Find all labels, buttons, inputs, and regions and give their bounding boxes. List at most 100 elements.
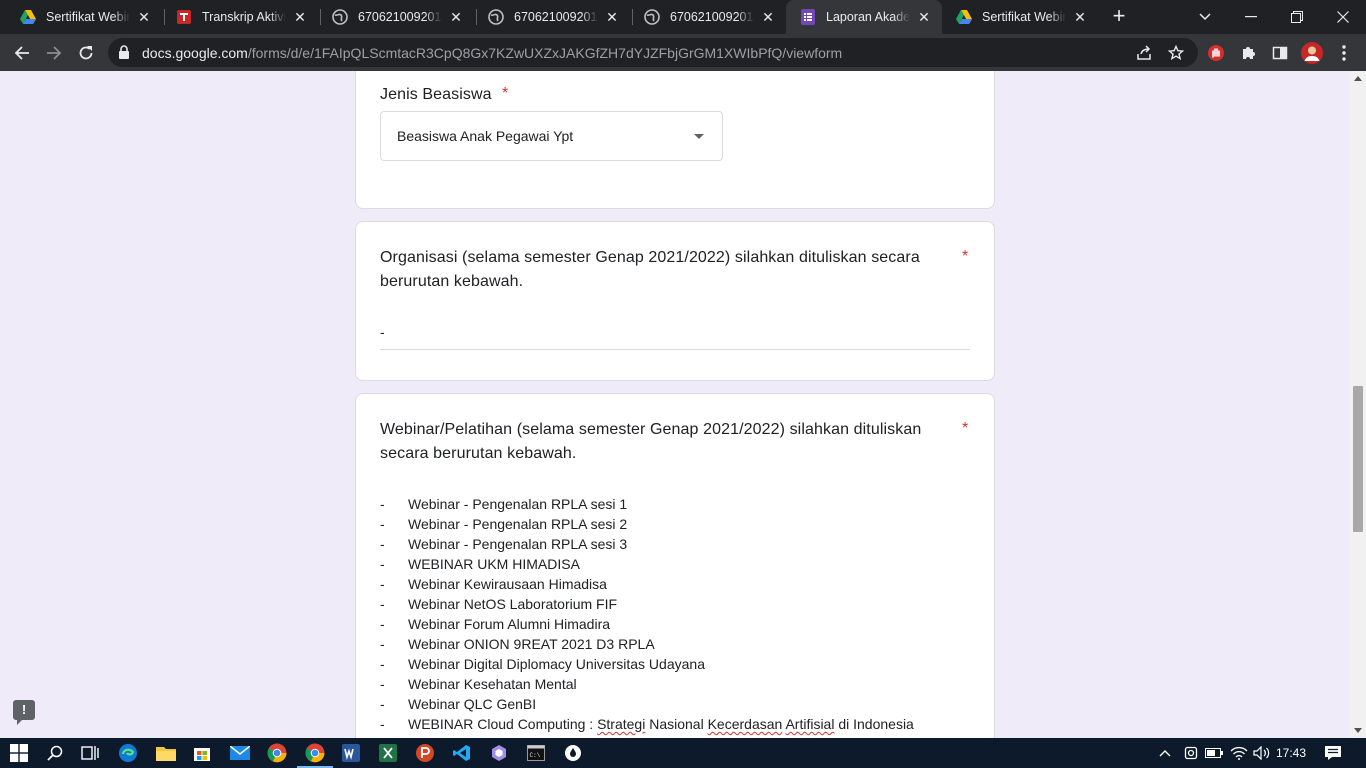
hexagon-app-icon bbox=[492, 745, 506, 761]
restore-icon bbox=[1291, 11, 1303, 23]
list-item: - Webinar Kesehatan Mental bbox=[380, 676, 577, 692]
tab-title: Sertifikat Webinar bbox=[46, 10, 130, 24]
taskbar-vscode[interactable] bbox=[450, 741, 474, 765]
word-icon bbox=[342, 744, 360, 762]
tab-sertifikat-webinar-1[interactable]: Sertifikat Webinar ✕ bbox=[6, 0, 162, 34]
tray-battery[interactable] bbox=[1203, 738, 1225, 768]
taskbar-edge[interactable] bbox=[116, 741, 140, 765]
tab-laporan-akademik[interactable]: Laporan Akademik ✕ bbox=[786, 0, 942, 34]
tray-meet-now[interactable] bbox=[1180, 738, 1202, 768]
taskbar-clock[interactable]: 17:43 bbox=[1276, 738, 1306, 768]
globe-icon bbox=[488, 9, 504, 25]
dropdown-arrow-icon bbox=[694, 134, 704, 139]
side-panel-button[interactable] bbox=[1267, 40, 1293, 66]
back-button[interactable] bbox=[9, 40, 35, 66]
page-scrollbar[interactable] bbox=[1350, 71, 1366, 738]
windows-taskbar: C:\ 17:43 bbox=[0, 738, 1366, 768]
browser-toolbar: docs.google.com/forms/d/e/1FAIpQLScmtacR… bbox=[0, 34, 1366, 71]
taskbar-word[interactable] bbox=[339, 741, 363, 765]
close-icon[interactable]: ✕ bbox=[448, 9, 464, 25]
spellcheck-word: Strategi bbox=[597, 716, 646, 732]
tray-overflow-button[interactable] bbox=[1154, 738, 1176, 768]
svg-text:C:\: C:\ bbox=[530, 752, 541, 759]
taskbar-store[interactable] bbox=[190, 741, 214, 765]
search-button[interactable] bbox=[43, 741, 67, 765]
tray-wifi[interactable] bbox=[1228, 738, 1250, 768]
minimize-icon bbox=[1245, 16, 1257, 18]
extensions-button[interactable] bbox=[1235, 40, 1261, 66]
required-asterisk: * bbox=[962, 248, 969, 265]
organisasi-answer-field[interactable]: - bbox=[380, 324, 970, 350]
store-icon bbox=[194, 748, 210, 761]
start-button[interactable] bbox=[7, 741, 31, 765]
windows-logo-icon bbox=[10, 744, 28, 762]
close-icon[interactable]: ✕ bbox=[292, 9, 308, 25]
telkom-icon bbox=[176, 9, 192, 25]
close-icon[interactable]: ✕ bbox=[1072, 9, 1088, 25]
restore-button[interactable] bbox=[1274, 0, 1320, 34]
taskbar-chrome-2[interactable] bbox=[297, 741, 333, 768]
tab-title: 67062100920164 bbox=[514, 10, 598, 24]
avatar bbox=[1301, 42, 1323, 64]
required-asterisk: * bbox=[502, 85, 509, 102]
arrow-right-icon bbox=[47, 46, 62, 60]
list-item: - Webinar Kewirausaan Himadisa bbox=[380, 576, 607, 592]
bookmark-button[interactable] bbox=[1163, 40, 1189, 66]
share-button[interactable] bbox=[1131, 40, 1157, 66]
hand-stop-icon bbox=[1208, 45, 1224, 61]
close-icon[interactable]: ✕ bbox=[136, 9, 152, 25]
taskbar-file-explorer[interactable] bbox=[154, 741, 178, 765]
taskbar-chrome-1[interactable] bbox=[265, 741, 289, 765]
taskbar-powerpoint[interactable] bbox=[413, 741, 437, 765]
forward-button[interactable] bbox=[41, 40, 67, 66]
globe-icon bbox=[644, 9, 660, 25]
tab-67062100920165[interactable]: 67062100920165 ✕ bbox=[630, 0, 786, 34]
tab-sertifikat-webinar-2[interactable]: Sertifikat Webinar ✕ bbox=[942, 0, 1098, 34]
battery-icon bbox=[1205, 748, 1223, 758]
question-title: Webinar/Pelatihan (selama semester Genap… bbox=[380, 418, 921, 466]
scrollbar-thumb[interactable] bbox=[1353, 386, 1363, 532]
droplet-app-icon bbox=[565, 745, 581, 761]
close-icon bbox=[1337, 11, 1349, 23]
feedback-icon[interactable]: ! bbox=[13, 700, 35, 725]
tab-transkrip-aktivitas[interactable]: Transkrip Aktivitas ✕ bbox=[162, 0, 318, 34]
task-view-button[interactable] bbox=[78, 741, 102, 765]
globe-icon bbox=[332, 9, 348, 25]
scholarship-type-dropdown[interactable]: Beasiswa Anak Pegawai Ypt bbox=[380, 111, 723, 161]
taskbar-app-hex[interactable] bbox=[487, 741, 511, 765]
address-bar[interactable]: docs.google.com/forms/d/e/1FAIpQLScmtacR… bbox=[108, 38, 1198, 67]
taskbar-app-drop[interactable] bbox=[561, 741, 585, 765]
close-icon[interactable]: ✕ bbox=[760, 9, 776, 25]
question-title: Jenis Beasiswa bbox=[380, 86, 492, 103]
tab-search-button[interactable] bbox=[1182, 0, 1228, 34]
list-item: - WEBINAR Cloud Computing : Strategi Nasi… bbox=[380, 716, 914, 732]
taskbar-mail[interactable] bbox=[228, 741, 252, 765]
minimize-button[interactable] bbox=[1228, 0, 1274, 34]
taskbar-cmd[interactable]: C:\ bbox=[524, 741, 548, 765]
menu-button[interactable] bbox=[1331, 40, 1357, 66]
scroll-up-icon[interactable] bbox=[1354, 76, 1362, 81]
google-forms-icon bbox=[800, 9, 816, 25]
close-icon[interactable]: ✕ bbox=[604, 9, 620, 25]
profile-button[interactable] bbox=[1299, 40, 1325, 66]
list-item: - Webinar NetOS Laboratorium FIF bbox=[380, 596, 618, 612]
close-window-button[interactable] bbox=[1320, 0, 1366, 34]
new-tab-button[interactable]: + bbox=[1108, 5, 1130, 28]
edge-icon bbox=[119, 744, 137, 762]
taskbar-excel[interactable] bbox=[376, 741, 400, 765]
scroll-down-icon[interactable] bbox=[1354, 728, 1362, 733]
question-card-webinar: Webinar/Pelatihan (selama semester Genap… bbox=[355, 393, 995, 738]
tab-title: 67062100920165 bbox=[670, 10, 754, 24]
list-item: - Webinar - Pengenalan RPLA sesi 2 bbox=[380, 516, 628, 532]
tab-67062100920164-b[interactable]: 67062100920164 ✕ bbox=[474, 0, 630, 34]
tab-67062100920164-a[interactable]: 67062100920164 ✕ bbox=[318, 0, 474, 34]
tray-volume[interactable] bbox=[1251, 738, 1273, 768]
extension-stop-button[interactable] bbox=[1203, 40, 1229, 66]
reload-button[interactable] bbox=[73, 40, 99, 66]
webinar-answer-field[interactable]: - Webinar - Pengenalan RPLA sesi 1 - Webin… bbox=[380, 496, 970, 736]
close-icon[interactable]: ✕ bbox=[916, 9, 932, 25]
list-item: - WEBINAR UKM HIMADISA bbox=[380, 556, 580, 572]
tray-notifications[interactable] bbox=[1322, 738, 1344, 768]
notification-icon bbox=[1325, 746, 1341, 760]
list-item: - Webinar Forum Alumni Himadira bbox=[380, 616, 611, 632]
